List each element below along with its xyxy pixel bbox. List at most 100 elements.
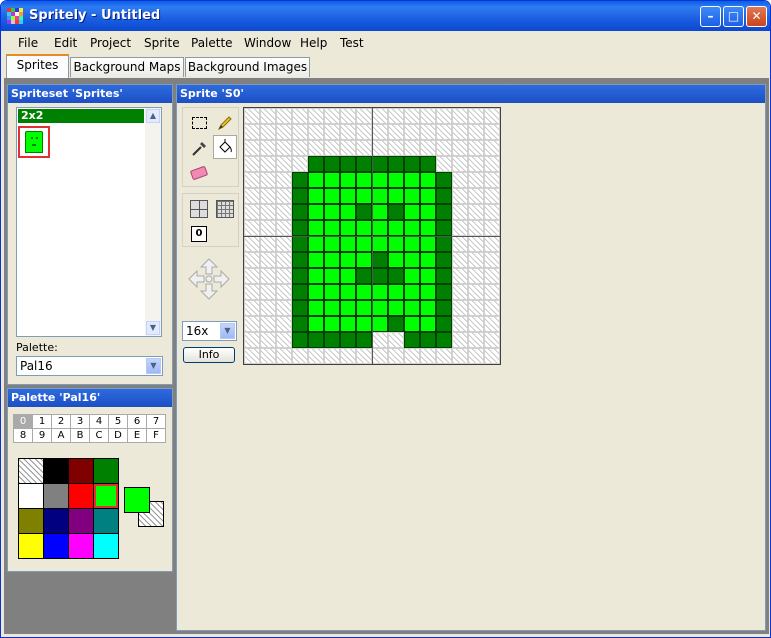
sprite-pixel[interactable]: [372, 220, 388, 236]
maximize-button[interactable]: □: [723, 6, 744, 27]
sprite-pixel[interactable]: [404, 348, 420, 364]
sprite-pixel[interactable]: [324, 140, 340, 156]
sprite-pixel[interactable]: [292, 108, 308, 124]
sprite-pixel[interactable]: [324, 220, 340, 236]
sprite-pixel[interactable]: [276, 300, 292, 316]
color-swatch[interactable]: [69, 534, 93, 558]
sprite-pixel[interactable]: [308, 188, 324, 204]
sprite-pixel[interactable]: [372, 188, 388, 204]
color-swatch[interactable]: [19, 534, 43, 558]
sprite-pixel[interactable]: [388, 140, 404, 156]
color-swatch[interactable]: [44, 509, 68, 533]
sprite-pixel[interactable]: [436, 268, 452, 284]
sprite-pixel[interactable]: [436, 140, 452, 156]
sprite-pixel[interactable]: [372, 268, 388, 284]
sprite-pixel[interactable]: [276, 124, 292, 140]
sprite-pixel[interactable]: [276, 268, 292, 284]
sprite-pixel[interactable]: [244, 252, 260, 268]
sprite-pixel[interactable]: [292, 316, 308, 332]
sprite-pixel[interactable]: [308, 300, 324, 316]
sprite-pixel[interactable]: [244, 220, 260, 236]
sprite-pixel[interactable]: [340, 108, 356, 124]
sprite-pixel[interactable]: [388, 124, 404, 140]
sprite-pixel[interactable]: [452, 332, 468, 348]
sprite-pixel[interactable]: [324, 108, 340, 124]
sprite-pixel[interactable]: [420, 108, 436, 124]
sprite-pixel[interactable]: [308, 108, 324, 124]
sprite-pixel[interactable]: [484, 316, 500, 332]
palette-select-dropdown[interactable]: ▼: [146, 358, 161, 374]
subpalette-5[interactable]: 5: [109, 415, 128, 429]
sprite-pixel[interactable]: [372, 156, 388, 172]
menu-palette[interactable]: Palette: [191, 36, 233, 50]
sprite-pixel[interactable]: [244, 188, 260, 204]
sprite-pixel[interactable]: [260, 284, 276, 300]
sprite-pixel[interactable]: [436, 284, 452, 300]
info-button[interactable]: Info: [183, 347, 235, 363]
sprite-pixel[interactable]: [340, 236, 356, 252]
sprite-pixel[interactable]: [404, 204, 420, 220]
sprite-pixel[interactable]: [404, 316, 420, 332]
sprite-pixel[interactable]: [276, 332, 292, 348]
sprite-list[interactable]: 2x2 ▲ ▼: [16, 107, 162, 337]
sprite-pixel[interactable]: [292, 236, 308, 252]
sprite-pixel[interactable]: [244, 204, 260, 220]
sprite-pixel[interactable]: [340, 300, 356, 316]
zoom-select-dropdown[interactable]: ▼: [220, 323, 235, 339]
sprite-pixel[interactable]: [276, 188, 292, 204]
sprite-pixel[interactable]: [372, 108, 388, 124]
sprite-pixel[interactable]: [244, 108, 260, 124]
sprite-pixel[interactable]: [260, 348, 276, 364]
sprite-pixel[interactable]: [484, 140, 500, 156]
sprite-pixel[interactable]: [356, 252, 372, 268]
sprite-pixel[interactable]: [484, 156, 500, 172]
sprite-pixel[interactable]: [276, 108, 292, 124]
subpalette-4[interactable]: 4: [90, 415, 109, 429]
sprite-pixel[interactable]: [356, 236, 372, 252]
color-swatch[interactable]: [94, 534, 118, 558]
palette-select[interactable]: Pal16 ▼: [16, 356, 163, 376]
sprite-pixel[interactable]: [372, 236, 388, 252]
sprite-pixel[interactable]: [468, 332, 484, 348]
palette-index-toggle[interactable]: 0: [187, 222, 211, 246]
sprite-pixel[interactable]: [468, 300, 484, 316]
sprite-pixel[interactable]: [484, 204, 500, 220]
sprite-pixel[interactable]: [388, 348, 404, 364]
sprite-pixel[interactable]: [260, 268, 276, 284]
sprite-pixel[interactable]: [468, 108, 484, 124]
sprite-pixel[interactable]: [356, 140, 372, 156]
subpalette-6[interactable]: 6: [128, 415, 147, 429]
sprite-pixel[interactable]: [420, 348, 436, 364]
fill-tool[interactable]: [213, 135, 237, 159]
sprite-pixel[interactable]: [340, 268, 356, 284]
sprite-pixel[interactable]: [260, 108, 276, 124]
sprite-pixel[interactable]: [404, 140, 420, 156]
color-swatch[interactable]: [94, 509, 118, 533]
sprite-pixel[interactable]: [308, 220, 324, 236]
sprite-pixel[interactable]: [436, 156, 452, 172]
sprite-pixel[interactable]: [484, 108, 500, 124]
sprite-pixel[interactable]: [244, 316, 260, 332]
menu-sprite[interactable]: Sprite: [144, 36, 180, 50]
sprite-pixel[interactable]: [420, 204, 436, 220]
sprite-pixel[interactable]: [292, 188, 308, 204]
sprite-pixel[interactable]: [372, 332, 388, 348]
color-swatch[interactable]: [44, 459, 68, 483]
sprite-pixel[interactable]: [276, 172, 292, 188]
sprite-pixel[interactable]: [356, 332, 372, 348]
subpalette-f[interactable]: F: [147, 429, 166, 443]
sprite-pixel[interactable]: [484, 348, 500, 364]
sprite-pixel[interactable]: [356, 220, 372, 236]
sprite-pixel[interactable]: [260, 124, 276, 140]
sprite-pixel[interactable]: [372, 300, 388, 316]
sprite-pixel[interactable]: [404, 284, 420, 300]
sprite-pixel[interactable]: [324, 172, 340, 188]
sprite-pixel[interactable]: [388, 300, 404, 316]
sprite-pixel[interactable]: [436, 124, 452, 140]
color-swatch[interactable]: [69, 509, 93, 533]
sprite-pixel[interactable]: [244, 172, 260, 188]
sprite-pixel[interactable]: [292, 220, 308, 236]
sprite-pixel[interactable]: [308, 156, 324, 172]
sprite-pixel[interactable]: [404, 220, 420, 236]
sprite-pixel[interactable]: [388, 268, 404, 284]
